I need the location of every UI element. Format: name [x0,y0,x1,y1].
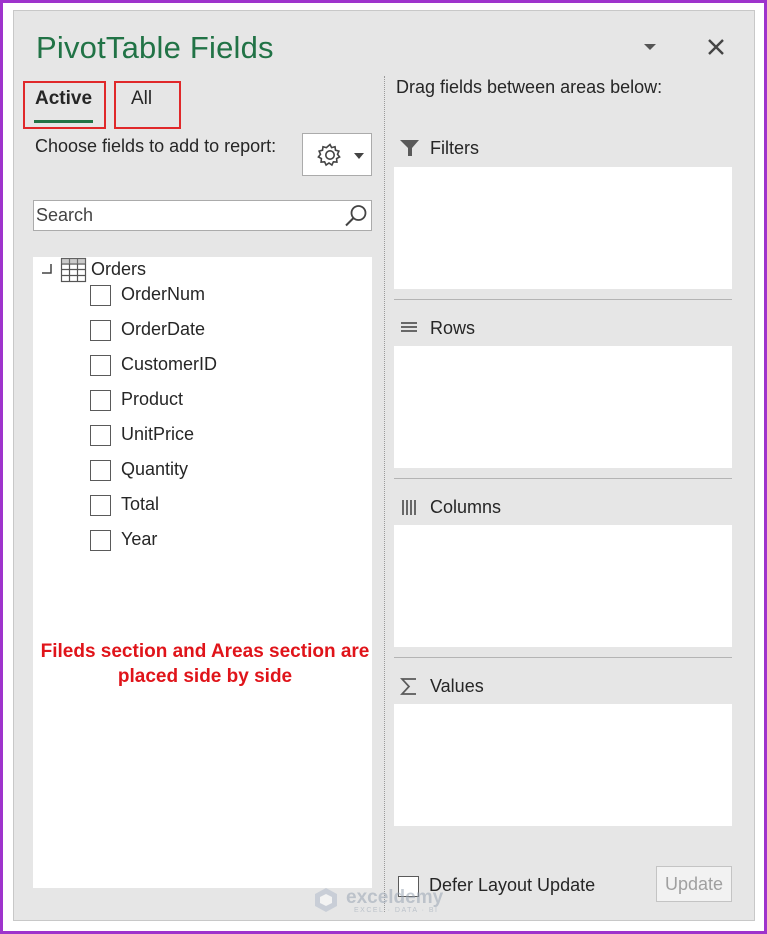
tools-button[interactable] [302,133,372,176]
rows-icon [401,322,417,332]
field-list[interactable] [33,257,372,888]
area-separator [394,299,732,300]
field-label: Product [121,389,184,409]
choose-fields-label: Choose fields to add to report: [35,136,277,156]
area-label: Columns [430,497,502,517]
columns-icon [402,500,416,515]
values-drop-zone[interactable] [394,704,732,826]
field-label: Quantity [121,459,189,479]
watermark-name: exceldemy [346,887,444,908]
field-checkbox[interactable] [90,495,111,516]
field-checkbox[interactable] [90,390,111,411]
columns-drop-zone[interactable] [394,525,732,647]
watermark-tagline: EXCEL · DATA · BI [354,907,439,914]
gear-icon [317,143,341,167]
pane-title: PivotTable Fields [36,30,274,65]
area-label: Filters [430,138,479,158]
sigma-icon [400,678,416,695]
collapse-toggle-icon[interactable] [40,262,54,276]
table-name-label: Orders [91,259,147,279]
field-checkbox[interactable] [90,530,111,551]
area-separator [394,478,732,479]
close-button[interactable] [703,34,729,60]
field-checkbox[interactable] [90,285,111,306]
annotation-text: Fileds section and Areas section are pla… [40,641,370,687]
field-label: Total [121,494,160,514]
field-label: CustomerID [121,354,218,374]
field-checkbox[interactable] [90,320,111,341]
field-checkbox[interactable] [90,425,111,446]
pane-options-dropdown[interactable] [641,40,659,54]
watermark-logo: exceldemy EXCEL · DATA · BI [312,886,443,916]
area-separator [394,657,732,658]
field-label: OrderNum [121,284,206,304]
field-checkbox[interactable] [90,355,111,376]
field-label: OrderDate [121,319,206,339]
field-label: UnitPrice [121,424,195,444]
rows-drop-zone[interactable] [394,346,732,468]
table-icon [60,257,87,283]
highlight-box-active-tab [23,81,106,129]
update-button[interactable]: Update [656,866,732,902]
search-field[interactable] [33,200,372,231]
field-label: Year [121,529,158,549]
chevron-down-icon [354,153,364,159]
filter-icon [400,140,419,156]
logo-icon [315,888,337,912]
chevron-down-icon [644,44,656,50]
search-icon[interactable] [343,203,369,229]
close-icon [708,39,724,55]
field-checkbox[interactable] [90,460,111,481]
area-label: Values [430,676,484,696]
search-input[interactable] [36,203,336,228]
defer-layout-label: Defer Layout Update [429,875,596,895]
section-divider[interactable] [384,76,385,912]
drag-fields-label: Drag fields between areas below: [396,77,663,97]
area-label: Rows [430,318,476,338]
filters-drop-zone[interactable] [394,167,732,289]
highlight-box-all-tab [114,81,181,129]
